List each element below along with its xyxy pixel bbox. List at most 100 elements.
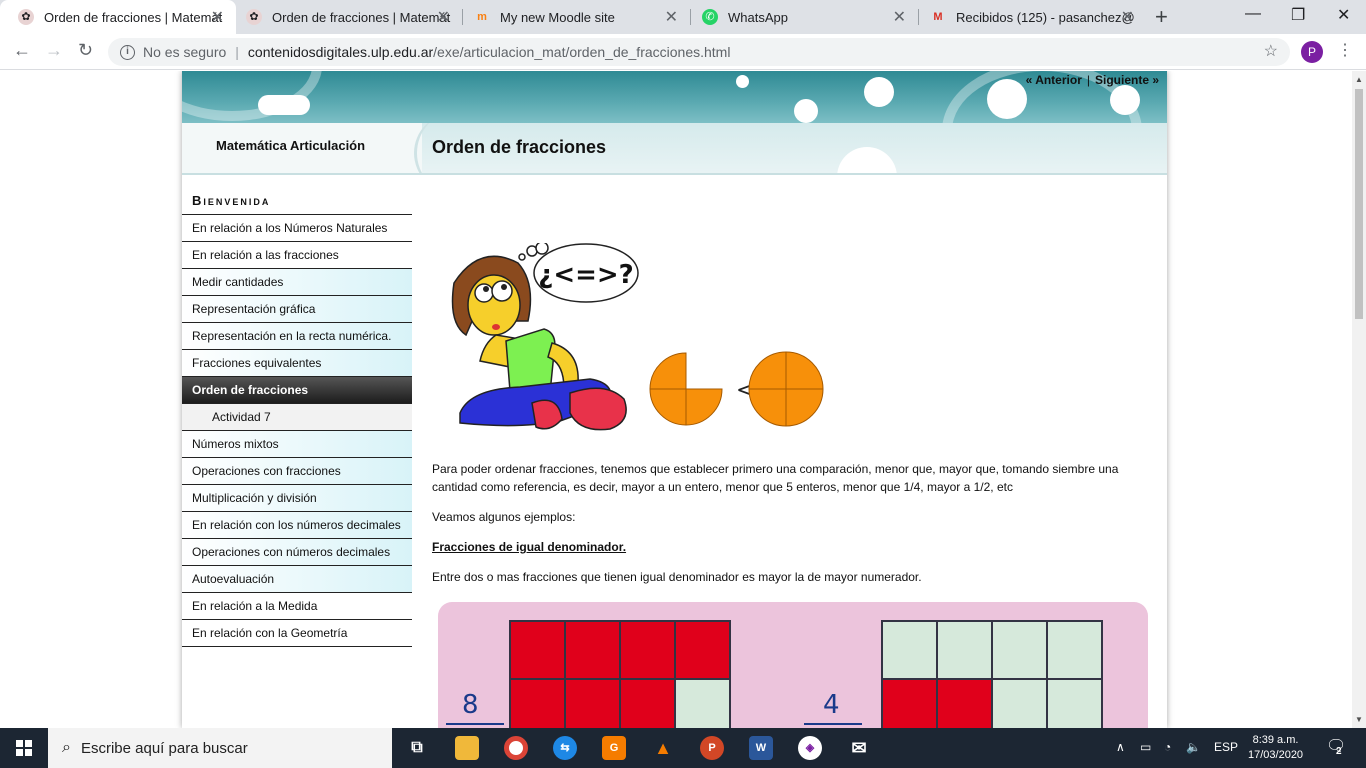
right-grid — [881, 620, 1103, 728]
girl-comparing-fractions-illustration: ¿<=>? < — [451, 243, 824, 431]
sidebar-item-fracciones[interactable]: En relación a las fracciones — [182, 242, 412, 269]
new-tab-button[interactable]: + — [1155, 4, 1168, 30]
close-window-icon[interactable]: ✕ — [1337, 5, 1350, 25]
grid-cell-filled — [620, 621, 675, 679]
vpn-shield-icon[interactable]: ◈ — [798, 736, 822, 760]
sidebar-item-numeros-decimales[interactable]: En relación con los números decimales — [182, 512, 412, 539]
left-grid — [509, 620, 731, 728]
mail-icon[interactable]: ✉ — [847, 736, 871, 760]
sidebar-item-operaciones-decimales[interactable]: Operaciones con números decimales — [182, 539, 412, 566]
next-link[interactable]: Siguiente » — [1095, 73, 1159, 87]
site-favicon: ✿ — [246, 9, 262, 25]
grid-cell-empty — [675, 679, 730, 728]
previous-link[interactable]: « Anterior — [1026, 73, 1082, 87]
title-bar: Matemática Articulación Orden de fraccio… — [182, 123, 1167, 175]
grid-cell-empty — [992, 679, 1047, 728]
sidebar-heading[interactable]: Bienvenida — [182, 187, 412, 215]
grid-cell-empty — [882, 621, 937, 679]
sidebar-item-orden-fracciones[interactable]: Orden de fracciones — [182, 377, 412, 404]
sidebar-item-numeros-naturales[interactable]: En relación a los Números Naturales — [182, 215, 412, 242]
close-tab-icon[interactable]: ✕ — [665, 7, 678, 27]
profile-avatar[interactable]: P — [1301, 41, 1323, 63]
page-scrollbar[interactable]: ▲ ▼ — [1352, 71, 1366, 728]
grid-cell-filled — [620, 679, 675, 728]
sidebar-item-operaciones-fracciones[interactable]: Operaciones con fracciones — [182, 458, 412, 485]
sidebar-item-geometria[interactable]: En relación con la Geometría — [182, 620, 412, 647]
clock-time: 8:39 a.m. — [1252, 734, 1299, 746]
teamviewer-icon[interactable]: ⇆ — [553, 736, 577, 760]
moodle-icon: m — [477, 11, 487, 23]
tab-title: WhatsApp — [728, 9, 788, 25]
sidebar-item-fracciones-equivalentes[interactable]: Fracciones equivalentes — [182, 350, 412, 377]
pager-nav: « Anterior | Siguiente » — [1026, 73, 1159, 87]
full-circle-fraction — [748, 351, 824, 427]
grid-cell-filled — [565, 621, 620, 679]
file-explorer-icon[interactable] — [455, 736, 479, 760]
tab-orden-fracciones-2[interactable]: ✿ Orden de fracciones | Matemát ✕ — [228, 0, 462, 34]
close-tab-icon[interactable]: ✕ — [1121, 7, 1134, 27]
scroll-up-icon[interactable]: ▲ — [1355, 75, 1363, 84]
section-text: Entre dos o mas fracciones que tienen ig… — [432, 570, 922, 584]
tray-chevron-icon[interactable]: ∧ — [1116, 740, 1125, 754]
notification-count: 2 — [1336, 746, 1342, 757]
back-icon[interactable]: ← — [13, 40, 31, 61]
close-tab-icon[interactable]: ✕ — [893, 7, 906, 27]
language-indicator[interactable]: ESP — [1214, 740, 1238, 754]
pdf-app-icon[interactable]: G — [602, 736, 626, 760]
search-placeholder: Escribe aquí para buscar — [80, 739, 248, 757]
sidebar-item-recta-numerica[interactable]: Representación en la recta numérica. — [182, 323, 412, 350]
taskbar-search[interactable]: ⌕ Escribe aquí para buscar — [48, 728, 392, 768]
menu-dots-icon[interactable]: ⋮ — [1337, 40, 1353, 60]
powerpoint-icon[interactable]: P — [700, 736, 724, 760]
scroll-down-icon[interactable]: ▼ — [1355, 715, 1363, 724]
close-tab-icon[interactable]: ✕ — [211, 7, 224, 27]
tab-gmail[interactable]: M Recibidos (125) - pasanchez@ ✕ — [912, 0, 1146, 34]
grid-cell-empty — [937, 621, 992, 679]
pager-separator: | — [1086, 73, 1090, 87]
sidebar-item-representacion-grafica[interactable]: Representación gráfica — [182, 296, 412, 323]
scroll-thumb[interactable] — [1355, 89, 1363, 319]
taskbar-clock[interactable]: 8:39 a.m. 17/03/2020 — [1248, 733, 1303, 763]
eye — [491, 280, 513, 302]
mouth — [492, 324, 500, 330]
banner-bubble — [736, 75, 749, 88]
battery-icon[interactable]: ▭ — [1140, 740, 1151, 754]
bookmark-star-icon[interactable]: ☆ — [1264, 41, 1278, 61]
banner-bubble — [864, 77, 894, 107]
minimize-icon[interactable]: — — [1245, 5, 1261, 23]
shoe — [569, 387, 627, 431]
address-bar[interactable]: i No es seguro | contenidosdigitales.ulp… — [108, 38, 1290, 66]
chrome-icon[interactable] — [504, 736, 528, 760]
tab-title: My new Moodle site — [500, 9, 615, 25]
sidebar-item-numeros-mixtos[interactable]: Números mixtos — [182, 431, 412, 458]
vlc-icon[interactable]: ▲ — [651, 736, 675, 760]
toolbar: ← → ↻ i No es seguro | contenidosdigital… — [0, 34, 1366, 70]
tab-moodle[interactable]: m My new Moodle site ✕ — [456, 0, 690, 34]
security-label[interactable]: No es seguro — [143, 44, 226, 60]
wifi-icon[interactable]: ◔ — [1164, 740, 1171, 754]
sidebar-item-autoevaluacion[interactable]: Autoevaluación — [182, 566, 412, 593]
tab-whatsapp[interactable]: ✆ WhatsApp ✕ — [684, 0, 918, 34]
tab-title: Orden de fracciones | Matemát — [272, 9, 451, 25]
title-bubble — [837, 147, 897, 173]
restore-icon[interactable]: ❐ — [1291, 5, 1305, 25]
section-heading: Fracciones de igual denominador. — [432, 540, 627, 554]
close-tab-icon[interactable]: ✕ — [437, 7, 450, 27]
grid-cell-filled — [510, 679, 565, 728]
pupil — [501, 284, 507, 290]
sidebar-item-medida[interactable]: En relación a la Medida — [182, 593, 412, 620]
gmail-icon: M — [933, 11, 943, 23]
word-icon[interactable]: W — [749, 736, 773, 760]
sidebar-item-medir-cantidades[interactable]: Medir cantidades — [182, 269, 412, 296]
windows-start-icon[interactable] — [0, 728, 48, 768]
reload-icon[interactable]: ↻ — [78, 40, 93, 61]
sidebar-item-multiplicacion-division[interactable]: Multiplicación y división — [182, 485, 412, 512]
info-icon[interactable]: i — [120, 44, 135, 60]
forward-icon[interactable]: → — [45, 40, 63, 61]
tab-orden-fracciones-1[interactable]: ✿ Orden de fracciones | Matemát ✕ — [0, 0, 236, 34]
volume-icon[interactable]: 🔈 — [1186, 740, 1201, 754]
sidebar-item-actividad-7[interactable]: Actividad 7 — [182, 404, 412, 431]
task-view-icon[interactable]: ⧉ — [405, 736, 429, 760]
sidebar-nav: Bienvenida En relación a los Números Nat… — [182, 187, 412, 647]
thought-dot — [518, 253, 526, 261]
